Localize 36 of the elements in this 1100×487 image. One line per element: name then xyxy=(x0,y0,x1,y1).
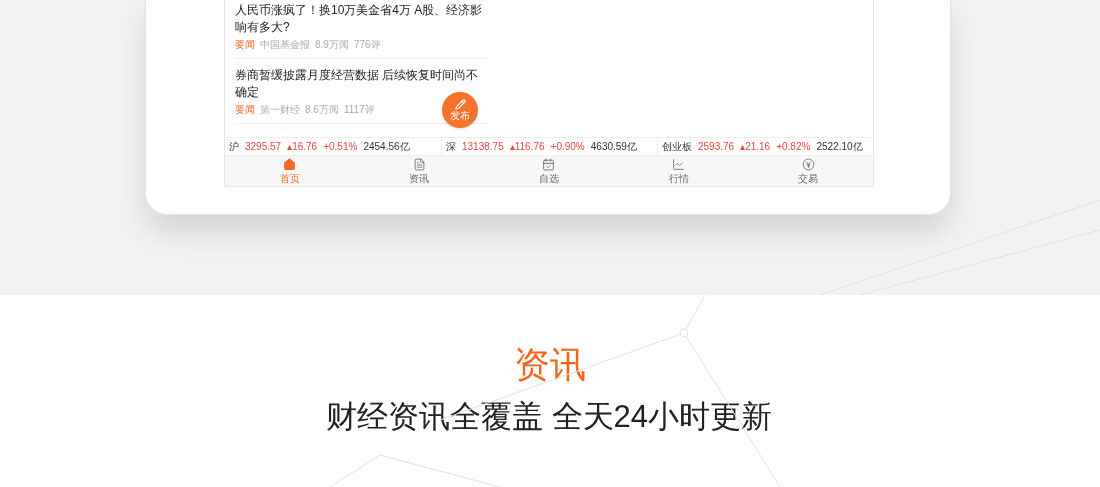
index-name: 沪 xyxy=(229,140,239,154)
index-change: ▴16.76 xyxy=(287,140,318,154)
nav-tab[interactable]: 行情 xyxy=(613,156,744,186)
index-name: 深 xyxy=(446,140,456,154)
index-change: ▴116.76 xyxy=(509,140,545,154)
index-price: 3295.57 xyxy=(245,140,282,154)
section-subtitle: 财经资讯全覆盖 全天24小时更新 xyxy=(325,398,773,436)
index-name: 创业板 xyxy=(662,140,692,154)
news-headline[interactable]: 人民币涨疯了！换10万美金省4万 A股、经济影响有多大? xyxy=(235,2,487,36)
pencil-icon xyxy=(454,99,466,110)
news-tag: 要闻 xyxy=(235,104,255,116)
index-price: 13138.75 xyxy=(462,140,504,154)
yen-coin-icon xyxy=(801,158,815,171)
line-chart-icon xyxy=(672,158,686,171)
read-count: 8.6万阅 xyxy=(305,104,339,116)
index-turnover: 4630.59亿 xyxy=(590,140,637,154)
comment-count: 1117评 xyxy=(343,104,375,116)
comment-count: 776评 xyxy=(353,39,381,51)
home-icon xyxy=(283,158,297,171)
nav-tab[interactable]: 自选 xyxy=(484,156,614,186)
index-change: ▴21.16 xyxy=(740,140,771,154)
index-percent: +0.51% xyxy=(323,140,358,154)
index-turnover: 2454.56亿 xyxy=(363,140,410,154)
index-turnover: 2522.10亿 xyxy=(816,140,863,154)
section-title: 资讯 xyxy=(514,343,586,387)
index-percent: +0.90% xyxy=(550,140,585,154)
nav-tab[interactable]: 交易 xyxy=(743,156,873,186)
news-tag: 要闻 xyxy=(235,39,255,51)
nav-tab[interactable]: 资讯 xyxy=(354,156,485,186)
nav-tab[interactable]: 首页 xyxy=(225,156,355,186)
document-icon xyxy=(412,158,426,171)
index-percent: +0.82% xyxy=(776,140,811,154)
calendar-check-icon xyxy=(542,158,556,171)
read-count: 8.9万阅 xyxy=(315,39,349,51)
index-price: 2593.76 xyxy=(698,140,735,154)
news-source: 中国基金报 xyxy=(260,39,310,51)
